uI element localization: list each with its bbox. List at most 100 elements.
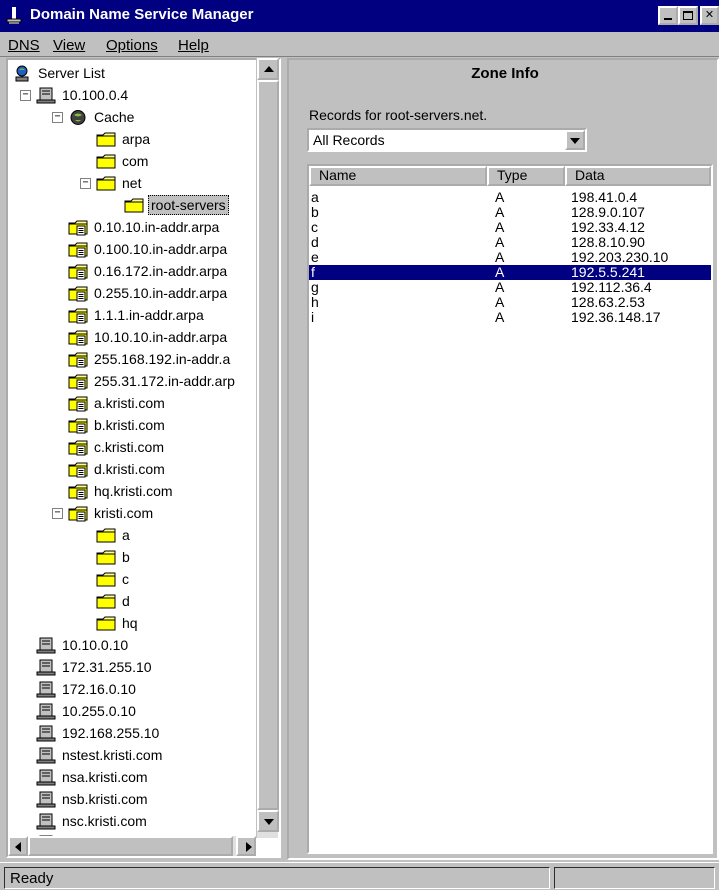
record-type-cell: A bbox=[495, 189, 505, 205]
records-list[interactable]: Name Type Data a A 198.41.0.4 b A 128.9.0.107… bbox=[307, 164, 713, 854]
tree-node-label: 10.10.0.10 bbox=[62, 637, 129, 653]
tree-node-label: 255.168.192.in-addr.a bbox=[94, 351, 231, 367]
server-icon bbox=[36, 659, 56, 676]
record-type-cell: A bbox=[495, 279, 505, 295]
record-row[interactable]: a A 198.41.0.4 bbox=[309, 190, 711, 205]
collapse-toggle-icon[interactable]: − bbox=[20, 90, 31, 101]
title-bar[interactable]: Domain Name Service Manager ✕ bbox=[0, 0, 719, 32]
menu-dns[interactable]: DNS bbox=[8, 37, 40, 54]
dropdown-button[interactable] bbox=[565, 130, 585, 150]
tree-node-label: hq bbox=[122, 615, 138, 631]
zone-icon bbox=[68, 263, 88, 280]
maximize-icon bbox=[683, 11, 693, 20]
server-tree[interactable]: Server List 10.100.0.4 − Cache − arpa com net − r… bbox=[6, 58, 281, 858]
tree-node-label: arpa bbox=[122, 131, 151, 147]
menu-options[interactable]: Options bbox=[106, 37, 158, 54]
menu-help[interactable]: Help bbox=[178, 37, 209, 54]
server-icon bbox=[36, 637, 56, 654]
record-row[interactable]: c A 192.33.4.12 bbox=[309, 220, 711, 235]
menu-view-label: View bbox=[53, 37, 86, 54]
record-name-cell: a bbox=[311, 189, 319, 205]
record-data-cell: 128.63.2.53 bbox=[571, 294, 645, 310]
folder-icon bbox=[96, 153, 116, 170]
folder-icon bbox=[96, 175, 116, 192]
tree-node-label: c.kristi.com bbox=[94, 439, 164, 455]
server-icon bbox=[36, 725, 56, 742]
scroll-thumb[interactable] bbox=[257, 80, 279, 810]
scroll-up-button[interactable] bbox=[257, 58, 279, 80]
zone-icon bbox=[68, 373, 88, 390]
tree-node-label: b.kristi.com bbox=[94, 417, 165, 433]
record-name-cell: d bbox=[311, 234, 319, 250]
record-type-cell: A bbox=[495, 294, 505, 310]
folder-icon bbox=[96, 615, 116, 632]
tree-node-label: 0.10.10.in-addr.arpa bbox=[94, 219, 220, 235]
zone-icon bbox=[68, 505, 88, 522]
record-row[interactable]: h A 128.63.2.53 bbox=[309, 295, 711, 310]
tree-node-label: 0.16.172.in-addr.arpa bbox=[94, 263, 228, 279]
folder-icon bbox=[124, 197, 144, 214]
zone-icon bbox=[68, 483, 88, 500]
record-data-cell: 192.5.5.241 bbox=[571, 264, 645, 280]
collapse-toggle-icon[interactable]: − bbox=[52, 112, 63, 123]
scroll-down-button[interactable] bbox=[257, 810, 279, 832]
server-icon bbox=[36, 87, 56, 104]
record-data-cell: 192.36.148.17 bbox=[571, 309, 661, 325]
record-name-cell: f bbox=[311, 264, 315, 280]
tree-node-label: b bbox=[122, 549, 130, 565]
record-row[interactable]: e A 192.203.230.10 bbox=[309, 250, 711, 265]
zone-icon bbox=[68, 219, 88, 236]
records-filter-select[interactable]: All Records bbox=[307, 128, 587, 152]
chevron-down-icon bbox=[570, 138, 580, 144]
tree-node-label: 10.10.10.in-addr.arpa bbox=[94, 329, 228, 345]
menu-view[interactable]: View bbox=[53, 37, 85, 54]
server-icon bbox=[36, 681, 56, 698]
server-icon bbox=[36, 747, 56, 764]
maximize-button[interactable] bbox=[678, 6, 698, 25]
record-row[interactable]: b A 128.9.0.107 bbox=[309, 205, 711, 220]
record-row[interactable]: g A 192.112.36.4 bbox=[309, 280, 711, 295]
tree-node-label: hq.kristi.com bbox=[94, 483, 173, 499]
record-data-cell: 128.8.10.90 bbox=[571, 234, 645, 250]
tree-node-label: kristi.com bbox=[94, 505, 154, 521]
column-header-type[interactable]: Type bbox=[487, 166, 565, 186]
zone-icon bbox=[68, 307, 88, 324]
status-text: Ready bbox=[10, 870, 54, 887]
app-icon bbox=[6, 7, 22, 24]
collapse-toggle-icon[interactable]: − bbox=[80, 178, 91, 189]
tree-node-label: 172.31.255.10 bbox=[62, 659, 152, 675]
tree-node-label: c bbox=[122, 571, 129, 587]
record-data-cell: 192.33.4.12 bbox=[571, 219, 645, 235]
minimize-icon bbox=[664, 18, 672, 20]
collapse-toggle-icon[interactable]: − bbox=[52, 508, 63, 519]
column-header-data[interactable]: Data bbox=[565, 166, 711, 186]
tree-node-label: nsc.kristi.com bbox=[62, 813, 147, 829]
zone-icon bbox=[68, 417, 88, 434]
tree-node-label: 0.100.10.in-addr.arpa bbox=[94, 241, 228, 257]
record-type-cell: A bbox=[495, 234, 505, 250]
record-name-cell: g bbox=[311, 279, 319, 295]
column-header-name[interactable]: Name bbox=[309, 166, 487, 186]
minimize-button[interactable] bbox=[658, 6, 678, 25]
tree-node-label: Server List bbox=[38, 65, 105, 81]
tree-node-label: d.kristi.com bbox=[94, 461, 165, 477]
zone-icon bbox=[68, 285, 88, 302]
folder-icon bbox=[96, 549, 116, 566]
tree-node-label: root-servers bbox=[148, 195, 229, 215]
record-name-cell: i bbox=[311, 309, 315, 325]
record-row[interactable]: d A 128.8.10.90 bbox=[309, 235, 711, 250]
tree-node-label: 192.168.255.10 bbox=[62, 725, 160, 741]
record-name-cell: e bbox=[311, 249, 319, 265]
tree-node-label: nsa.kristi.com bbox=[62, 769, 148, 785]
menu-dns-label: DNS bbox=[8, 37, 40, 54]
close-button[interactable]: ✕ bbox=[700, 6, 719, 25]
scroll-left-button[interactable] bbox=[8, 836, 28, 856]
record-type-cell: A bbox=[495, 219, 505, 235]
record-row[interactable]: f A 192.5.5.241 bbox=[309, 265, 711, 280]
tree-horizontal-scrollbar[interactable] bbox=[8, 836, 256, 856]
record-type-cell: A bbox=[495, 249, 505, 265]
scroll-right-button[interactable] bbox=[236, 836, 256, 856]
record-row[interactable]: i A 192.36.148.17 bbox=[309, 310, 711, 325]
tree-vertical-scrollbar[interactable] bbox=[256, 58, 279, 838]
horizontal-scroll-thumb[interactable] bbox=[28, 836, 233, 856]
